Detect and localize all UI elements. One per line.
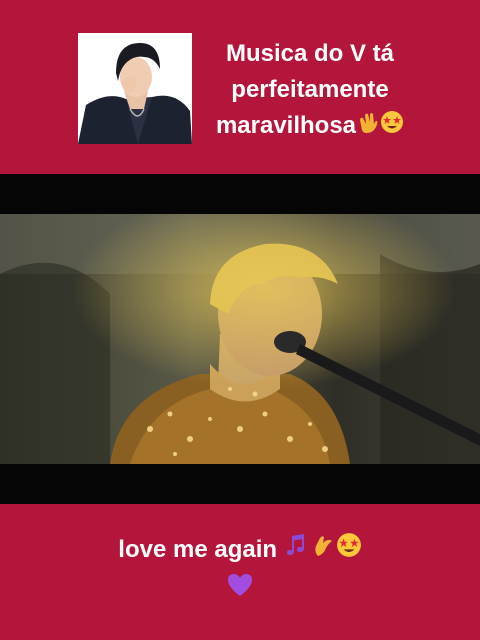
top-caption-line-3-text: maravilhosa xyxy=(215,112,357,139)
top-caption: Musica do V tá perfeitamente maravilhosa xyxy=(190,36,430,145)
sticker-photo xyxy=(78,33,192,144)
top-caption-line-2: perfeitamente xyxy=(231,76,389,103)
header-area: Musica do V tá perfeitamente maravilhosa xyxy=(0,0,480,174)
clapping-hands-icon xyxy=(356,109,380,145)
bottom-caption: love me again xyxy=(0,530,480,611)
top-caption-line-3: maravilhosa xyxy=(190,108,430,145)
video-frame xyxy=(0,214,480,464)
star-struck-icon xyxy=(336,531,362,571)
star-struck-icon xyxy=(380,109,404,145)
bottom-caption-text: love me again xyxy=(118,536,278,563)
pinching-hand-icon xyxy=(310,531,336,571)
musical-notes-icon xyxy=(284,531,310,571)
person-sticker-image xyxy=(78,33,192,144)
concert-scene-image xyxy=(0,214,480,464)
purple-heart-icon xyxy=(226,571,254,611)
top-caption-line-1: Musica do V tá xyxy=(225,40,395,67)
video-player[interactable] xyxy=(0,174,480,504)
